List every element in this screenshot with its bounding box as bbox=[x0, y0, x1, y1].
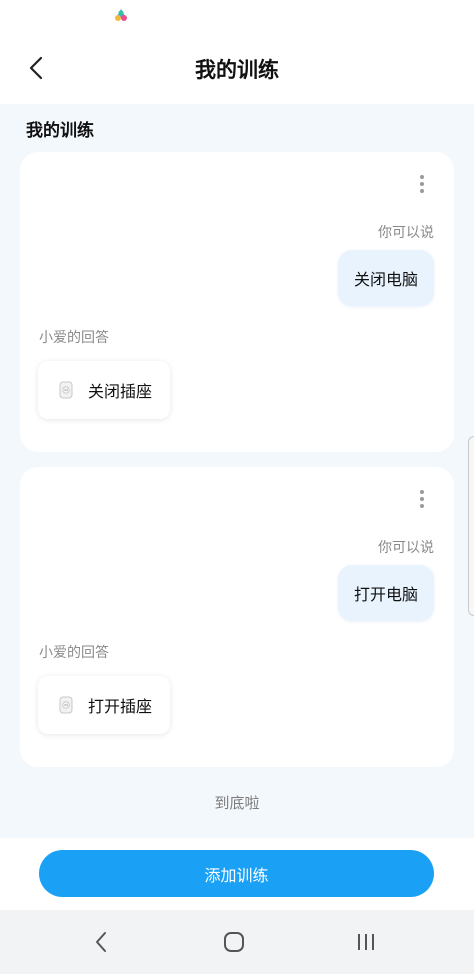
phrase-bubble: 关闭电脑 bbox=[337, 250, 434, 306]
content-area[interactable]: 我的训练 你可以说 关闭电脑 小爱的回答 关闭插座 你可以说 打开电脑 小爱的回… bbox=[0, 104, 474, 838]
side-drawer-handle[interactable] bbox=[468, 436, 474, 616]
nav-home-icon bbox=[224, 932, 244, 952]
device-action-card[interactable]: 关闭插座 bbox=[38, 361, 170, 419]
phrase-bubble: 打开电脑 bbox=[337, 565, 434, 621]
system-nav-bar bbox=[0, 910, 474, 974]
nav-recents-button[interactable] bbox=[346, 924, 386, 960]
section-title: 我的训练 bbox=[26, 121, 94, 141]
device-action-label: 打开插座 bbox=[88, 697, 153, 716]
more-dots-icon bbox=[420, 175, 424, 179]
more-dots-icon bbox=[420, 490, 424, 494]
more-options-button[interactable] bbox=[412, 172, 432, 196]
reply-label: 小爱的回答 bbox=[39, 645, 109, 661]
device-action-label: 关闭插座 bbox=[88, 382, 153, 401]
end-of-list-text: 到底啦 bbox=[214, 794, 260, 812]
nav-recents-icon bbox=[358, 934, 374, 950]
training-card[interactable]: 你可以说 打开电脑 小爱的回答 打开插座 bbox=[20, 467, 454, 767]
prompt-label: 你可以说 bbox=[378, 225, 434, 241]
device-action-card[interactable]: 打开插座 bbox=[38, 676, 170, 734]
training-card[interactable]: 你可以说 关闭电脑 小爱的回答 关闭插座 bbox=[20, 152, 454, 452]
page-title: 我的训练 bbox=[195, 58, 279, 82]
nav-back-icon bbox=[96, 932, 106, 952]
nav-home-button[interactable] bbox=[214, 924, 254, 960]
header: 我的训练 bbox=[0, 32, 474, 104]
more-options-button[interactable] bbox=[412, 487, 432, 511]
app-logo-icon bbox=[115, 9, 127, 21]
prompt-label: 你可以说 bbox=[378, 540, 434, 556]
footer: 添加训练 bbox=[0, 838, 474, 910]
nav-back-button[interactable] bbox=[81, 924, 121, 960]
add-training-button[interactable]: 添加训练 bbox=[39, 850, 434, 897]
smart-plug-icon bbox=[59, 696, 73, 714]
status-bar bbox=[0, 0, 474, 32]
reply-label: 小爱的回答 bbox=[39, 330, 109, 346]
smart-plug-icon bbox=[59, 381, 73, 399]
